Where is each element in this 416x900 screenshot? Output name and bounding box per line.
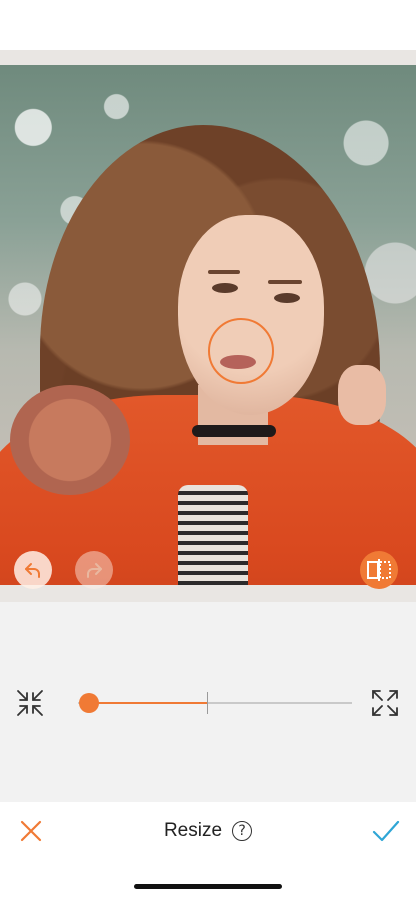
resize-slider-fill bbox=[88, 702, 207, 704]
photo-brow-right bbox=[268, 280, 302, 284]
status-bar-area bbox=[0, 0, 416, 50]
photo-collar bbox=[10, 385, 130, 495]
tool-title-group: Resize ? bbox=[0, 816, 416, 846]
resize-slider-center-marker bbox=[206, 692, 208, 714]
home-indicator bbox=[134, 884, 282, 889]
photo-brow-left bbox=[208, 270, 240, 274]
expand-icon[interactable] bbox=[371, 689, 399, 717]
undo-icon bbox=[25, 563, 40, 578]
photo-shirt bbox=[178, 485, 248, 585]
apply-button[interactable] bbox=[370, 816, 402, 846]
photo-eye-left bbox=[212, 283, 238, 293]
compare-button[interactable] bbox=[360, 551, 398, 589]
resize-slider-thumb[interactable] bbox=[78, 693, 99, 713]
resize-focus-ring[interactable] bbox=[208, 318, 274, 384]
check-icon bbox=[372, 820, 400, 842]
photo-hand bbox=[338, 365, 386, 425]
photo-eye-right bbox=[274, 293, 300, 303]
redo-icon bbox=[87, 563, 102, 578]
redo-button[interactable] bbox=[75, 551, 113, 589]
tool-title: Resize bbox=[163, 820, 223, 841]
photo-canvas[interactable] bbox=[0, 50, 416, 602]
shrink-icon[interactable] bbox=[16, 689, 44, 717]
photo-face bbox=[178, 215, 324, 415]
undo-button[interactable] bbox=[14, 551, 52, 589]
help-icon[interactable]: ? bbox=[232, 821, 253, 841]
photo-choker bbox=[192, 425, 276, 437]
compare-icon bbox=[367, 559, 391, 581]
portrait-photo bbox=[0, 65, 416, 585]
